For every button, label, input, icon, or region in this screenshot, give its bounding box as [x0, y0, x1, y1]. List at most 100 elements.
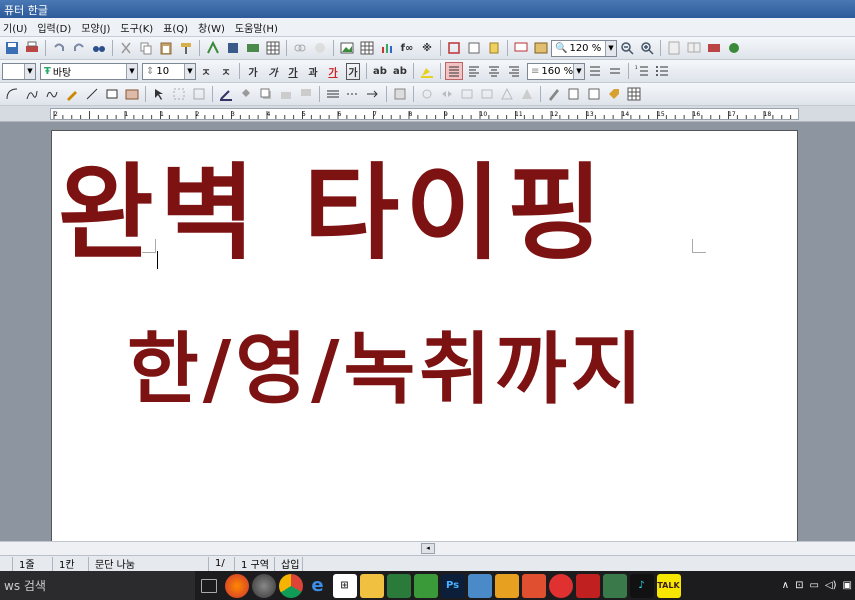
chevron-up-icon[interactable]: ∧ [782, 580, 789, 591]
polygon-icon[interactable] [518, 85, 536, 103]
undo-icon[interactable] [50, 39, 68, 57]
subscript-icon[interactable]: ab [391, 62, 409, 80]
network-icon[interactable]: ⊡ [795, 580, 803, 591]
freeform-icon[interactable] [43, 85, 61, 103]
link-icon[interactable] [291, 39, 309, 57]
tag-icon[interactable] [605, 85, 623, 103]
font-color-icon[interactable]: 가 [324, 62, 342, 80]
group-icon[interactable] [170, 85, 188, 103]
horizontal-scrollbar[interactable]: ◂ [0, 541, 855, 555]
app-icon[interactable] [548, 573, 573, 598]
formula-icon[interactable]: f∞ [398, 39, 416, 57]
volume-icon[interactable]: ◁) [825, 580, 837, 591]
curve-icon[interactable] [23, 85, 41, 103]
shape-icon[interactable] [445, 39, 463, 57]
arrow-style-icon[interactable] [364, 85, 382, 103]
spell-check-icon[interactable] [204, 39, 222, 57]
chevron-down-icon[interactable]: ▼ [24, 63, 35, 79]
strikethrough-icon[interactable]: 과 [304, 62, 322, 80]
scroll-left-button[interactable]: ◂ [421, 543, 435, 554]
line-spacing-decrease-icon[interactable] [606, 62, 624, 80]
picture-icon[interactable] [338, 39, 356, 57]
object-properties-icon[interactable] [391, 85, 409, 103]
chrome-icon[interactable] [278, 573, 303, 598]
line-tool-icon[interactable] [83, 85, 101, 103]
font-decrease-icon[interactable]: ㅈ [217, 62, 235, 80]
rotate-icon[interactable] [418, 85, 436, 103]
zoom-in-icon[interactable] [638, 39, 656, 57]
multi-page-icon[interactable] [685, 39, 703, 57]
tiktok-icon[interactable]: ♪ [629, 573, 654, 598]
edit-text-icon[interactable] [545, 85, 563, 103]
find-icon[interactable] [90, 39, 108, 57]
superscript-icon[interactable]: ab [371, 62, 389, 80]
textbox-tool-icon[interactable] [103, 85, 121, 103]
menu-item-insert[interactable]: 입력(D) [34, 20, 78, 35]
zoom-out-icon[interactable] [618, 39, 636, 57]
paste-icon[interactable] [157, 39, 175, 57]
cut-icon[interactable] [117, 39, 135, 57]
app-icon[interactable] [494, 573, 519, 598]
notification-icon[interactable]: ▣ [843, 580, 852, 591]
horizontal-ruler[interactable]: 2 1 1 2 3 4 5 6 7 8 9 10 11 12 13 14 15 16 17 18 [0, 106, 855, 122]
picture-tool-icon[interactable] [123, 85, 141, 103]
copy-icon[interactable] [137, 39, 155, 57]
firefox-icon[interactable] [224, 573, 249, 598]
task-view-icon[interactable] [201, 578, 217, 593]
font-increase-icon[interactable]: ㅈ [197, 62, 215, 80]
numbering-icon[interactable]: 1 [633, 62, 651, 80]
table-grid-icon[interactable] [264, 39, 282, 57]
symbol-icon[interactable]: ※ [418, 39, 436, 57]
style-icon[interactable] [224, 39, 242, 57]
redo-icon[interactable] [70, 39, 88, 57]
app-icon[interactable] [575, 573, 600, 598]
textbox-icon[interactable] [465, 39, 483, 57]
bold-icon[interactable]: 가 [244, 62, 262, 80]
arc-icon[interactable] [3, 85, 21, 103]
print-icon[interactable] [23, 39, 41, 57]
chevron-down-icon[interactable]: ▼ [126, 63, 137, 79]
format-painter-icon[interactable] [177, 39, 195, 57]
app-icon[interactable] [521, 573, 546, 598]
chevron-down-icon[interactable]: ▼ [184, 63, 195, 79]
save-icon[interactable] [3, 39, 21, 57]
italic-icon[interactable]: 가 [264, 62, 282, 80]
document-text-line-1[interactable]: 완벽 타이핑 [58, 161, 798, 265]
app-icon[interactable] [413, 573, 438, 598]
char-shape-icon[interactable]: 가 [344, 62, 362, 80]
copy-format-icon[interactable] [565, 85, 583, 103]
shadow-icon[interactable] [257, 85, 275, 103]
convert-icon[interactable] [585, 85, 603, 103]
app-icon[interactable] [602, 573, 627, 598]
align-objects-icon[interactable] [458, 85, 476, 103]
chart-icon[interactable] [378, 39, 396, 57]
menu-item-help[interactable]: 도움말(H) [232, 20, 285, 35]
align-justify-icon[interactable] [445, 62, 463, 80]
browser-icon[interactable] [251, 573, 276, 598]
bullets-icon[interactable] [653, 62, 671, 80]
select-object-icon[interactable] [150, 85, 168, 103]
highlight-icon[interactable] [418, 62, 436, 80]
menu-item-tools[interactable]: 도구(K) [117, 20, 160, 35]
line-dash-icon[interactable] [344, 85, 362, 103]
align-center-icon[interactable] [485, 62, 503, 80]
send-back-icon[interactable] [297, 85, 315, 103]
menu-item-table[interactable]: 표(Q) [160, 20, 195, 35]
distribute-icon[interactable] [478, 85, 496, 103]
taskbar-search[interactable]: ws 검색 [0, 571, 195, 600]
page[interactable]: 완벽 타이핑 한/영/녹취까지 [51, 130, 798, 541]
chevron-down-icon[interactable]: ▼ [605, 40, 616, 56]
document-text-line-2[interactable]: 한/영/녹취까지 [127, 331, 767, 409]
fill-color-icon[interactable] [237, 85, 255, 103]
edge-icon[interactable]: e [306, 574, 330, 598]
pen-icon[interactable] [63, 85, 81, 103]
file-explorer-icon[interactable] [359, 573, 384, 598]
grid-icon[interactable] [625, 85, 643, 103]
kakaotalk-icon[interactable]: TALK [656, 573, 681, 598]
underline-icon[interactable]: 가 [284, 62, 302, 80]
line-color-icon[interactable] [217, 85, 235, 103]
line-spacing-increase-icon[interactable] [586, 62, 604, 80]
app-icon[interactable] [467, 573, 492, 598]
store-icon[interactable]: ⊞ [332, 573, 357, 598]
flip-icon[interactable] [438, 85, 456, 103]
